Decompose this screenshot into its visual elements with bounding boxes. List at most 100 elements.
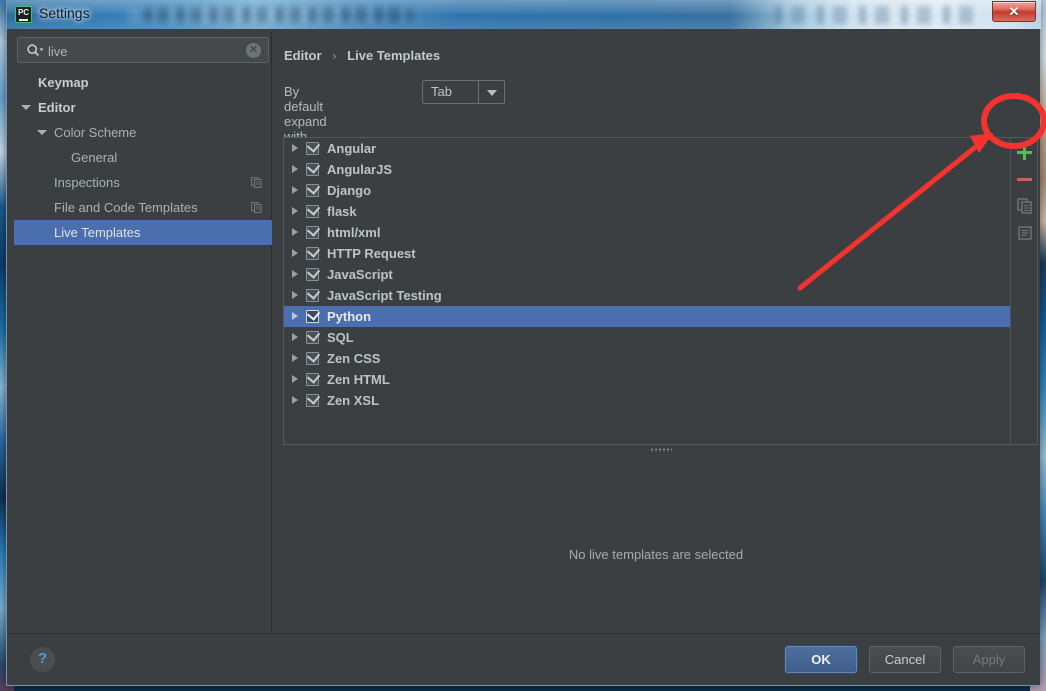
panel-splitter[interactable] — [283, 446, 1038, 455]
main-panel: Editor › Live Templates By default expan… — [273, 32, 1039, 632]
sidebar-item-file-and-code-templates[interactable]: File and Code Templates — [14, 195, 272, 220]
sidebar-item-label: Editor — [38, 100, 76, 115]
table-row[interactable]: Python — [284, 306, 1011, 327]
template-group-label: flask — [327, 204, 357, 219]
plus-icon-vertical — [1023, 145, 1026, 160]
settings-tree: Keymap Editor Color Scheme General Inspectio… — [14, 70, 272, 245]
cancel-button[interactable]: Cancel — [869, 646, 941, 673]
titlebar-blurred-background-text — [143, 7, 413, 23]
sidebar-item-label: File and Code Templates — [54, 200, 198, 215]
copy-icon — [1017, 198, 1032, 214]
check-icon — [306, 244, 321, 258]
duplicate-button[interactable] — [1011, 192, 1038, 219]
check-icon — [306, 139, 321, 153]
window-title: Settings — [39, 5, 90, 21]
live-templates-list[interactable]: Angular AngularJS Django flask html/xml HTTP … — [284, 138, 1011, 444]
chevron-right-icon[interactable] — [292, 354, 298, 362]
template-group-checkbox[interactable] — [306, 223, 321, 239]
template-group-label: HTTP Request — [327, 246, 416, 261]
chevron-right-icon[interactable] — [292, 270, 298, 278]
document-button[interactable] — [1011, 219, 1038, 246]
check-icon — [306, 160, 321, 174]
table-row[interactable]: JavaScript Testing — [284, 285, 1011, 306]
search-field[interactable]: ✕ — [17, 37, 269, 63]
sidebar-item-live-templates[interactable]: Live Templates — [14, 220, 272, 245]
template-group-checkbox[interactable] — [306, 328, 321, 344]
chevron-right-icon[interactable] — [292, 144, 298, 152]
expand-with-dropdown[interactable]: Tab — [422, 80, 505, 104]
table-row[interactable]: Zen CSS — [284, 348, 1011, 369]
chevron-right-icon[interactable] — [292, 165, 298, 173]
check-icon — [306, 286, 321, 300]
chevron-right-icon[interactable] — [292, 186, 298, 194]
template-group-checkbox[interactable] — [306, 391, 321, 407]
check-icon — [306, 202, 321, 216]
sidebar-item-general[interactable]: General — [14, 145, 272, 170]
expand-with-label: By default expand with — [284, 84, 327, 144]
chevron-right-icon[interactable] — [292, 207, 298, 215]
copy-icon — [251, 177, 262, 188]
template-group-checkbox[interactable] — [306, 307, 321, 323]
template-group-checkbox[interactable] — [306, 244, 321, 260]
chevron-right-icon[interactable] — [292, 396, 298, 404]
table-row[interactable]: Angular — [284, 138, 1011, 159]
table-row[interactable]: flask — [284, 201, 1011, 222]
help-icon[interactable]: ? — [30, 647, 55, 672]
table-row[interactable]: AngularJS — [284, 159, 1011, 180]
table-row[interactable]: SQL — [284, 327, 1011, 348]
close-icon[interactable]: ✕ — [992, 1, 1036, 22]
sidebar-item-label: Inspections — [54, 175, 120, 190]
template-group-label: SQL — [327, 330, 354, 345]
chevron-down-icon[interactable] — [37, 130, 47, 135]
template-group-label: Django — [327, 183, 372, 198]
template-group-checkbox[interactable] — [306, 286, 321, 302]
sidebar-item-color-scheme[interactable]: Color Scheme — [14, 120, 272, 145]
chevron-right-icon[interactable] — [292, 228, 298, 236]
check-icon — [306, 181, 321, 195]
list-toolbar — [1010, 138, 1037, 444]
chevron-right-icon[interactable] — [292, 333, 298, 341]
table-row[interactable]: html/xml — [284, 222, 1011, 243]
template-group-checkbox[interactable] — [306, 181, 321, 197]
template-group-checkbox[interactable] — [306, 139, 321, 155]
breadcrumb-parent[interactable]: Editor — [284, 48, 322, 63]
check-icon — [306, 370, 321, 384]
chevron-right-icon[interactable] — [292, 249, 298, 257]
breadcrumb-separator: › — [332, 48, 337, 63]
table-row[interactable]: Django — [284, 180, 1011, 201]
table-row[interactable]: Zen XSL — [284, 390, 1011, 411]
check-icon — [306, 307, 321, 321]
template-group-checkbox[interactable] — [306, 160, 321, 176]
template-group-label: Zen HTML — [327, 372, 390, 387]
ok-button[interactable]: OK — [785, 646, 857, 673]
search-input[interactable] — [48, 41, 238, 61]
sidebar-item-inspections[interactable]: Inspections — [14, 170, 272, 195]
template-group-checkbox[interactable] — [306, 370, 321, 386]
chevron-down-icon[interactable] — [21, 105, 31, 110]
chevron-right-icon[interactable] — [292, 291, 298, 299]
sidebar-item-keymap[interactable]: Keymap — [14, 70, 272, 95]
live-templates-list-frame: Angular AngularJS Django flask html/xml HTTP … — [283, 137, 1038, 445]
document-icon — [1018, 226, 1032, 240]
settings-sidebar: ✕ Keymap Editor Color Scheme General Inspect… — [14, 32, 272, 632]
chevron-down-icon[interactable] — [478, 81, 504, 103]
template-group-checkbox[interactable] — [306, 265, 321, 281]
add-button[interactable] — [1011, 138, 1038, 165]
template-group-checkbox[interactable] — [306, 202, 321, 218]
remove-button[interactable] — [1011, 165, 1038, 192]
table-row[interactable]: JavaScript — [284, 264, 1011, 285]
splitter-grip-icon — [649, 448, 672, 452]
chevron-right-icon[interactable] — [292, 375, 298, 383]
apply-button[interactable]: Apply — [953, 646, 1025, 673]
template-group-label: JavaScript — [327, 267, 393, 282]
table-row[interactable]: HTTP Request — [284, 243, 1011, 264]
chevron-right-icon[interactable] — [292, 312, 298, 320]
clear-icon[interactable]: ✕ — [246, 43, 261, 58]
copy-icon — [251, 202, 262, 213]
settings-window: PC Settings ✕ ✕ Keymap Editor Color Scheme… — [6, 0, 1041, 686]
table-row[interactable]: Zen HTML — [284, 369, 1011, 390]
settings-dialog-body: ✕ Keymap Editor Color Scheme General Inspect… — [8, 29, 1040, 685]
template-group-checkbox[interactable] — [306, 349, 321, 365]
check-icon — [306, 328, 321, 342]
sidebar-item-editor[interactable]: Editor — [14, 95, 272, 120]
